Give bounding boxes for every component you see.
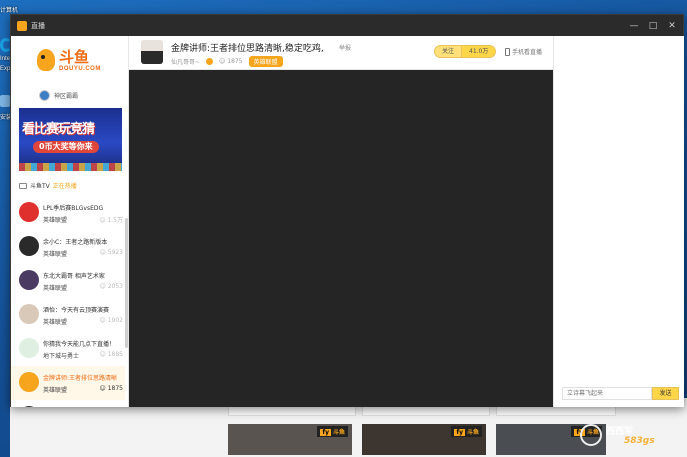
installer-icon[interactable] — [0, 95, 10, 107]
user-profile[interactable]: 神区霸霸 — [39, 90, 78, 101]
chat-panel: 发送 — [553, 36, 684, 407]
follower-count: 41.0万 — [461, 46, 496, 57]
mobile-watch-link[interactable]: 手机看直播 — [505, 47, 542, 56]
watermark-logo-icon — [580, 424, 602, 446]
streamer-name[interactable]: 仙凡哥哥~ — [171, 57, 200, 66]
watermark-site: 583gs — [624, 436, 655, 446]
room-category: 地下城与勇士 — [43, 353, 80, 360]
send-button[interactable]: 发送 — [652, 387, 679, 400]
room-avatar — [19, 338, 39, 358]
verified-badge-icon — [206, 58, 214, 65]
avatar — [39, 90, 50, 101]
desktop-label-computer[interactable]: 计算机 — [0, 5, 18, 14]
room-title: 余小C：王者之路新版本 — [43, 239, 108, 246]
section-hot-label: 正在热播 — [52, 183, 77, 190]
bg-thumbnail: fy 斗鱼 — [228, 424, 352, 455]
close-button[interactable]: ✕ — [667, 21, 677, 31]
room-title: 金牌讲师:王者排位思路清晰 — [43, 375, 118, 382]
room-viewers: 1.5万 — [99, 215, 123, 224]
username: 神区霸霸 — [54, 93, 79, 100]
room-title: 你猜我今天能几点下直播！ — [43, 341, 116, 348]
room-title: LPL季后赛BLGvsEDG — [43, 205, 104, 212]
room-viewers: 5923 — [99, 249, 123, 256]
room-viewers: 1902 — [99, 317, 123, 324]
promo-banner[interactable]: 看比赛玩竞猜 0币大奖等你来 — [19, 108, 122, 171]
fish-logo-icon — [37, 49, 55, 71]
mobile-watch-label: 手机看直播 — [512, 49, 543, 56]
room-category: 英雄联盟 — [43, 251, 68, 258]
room-viewers: 1875 — [99, 385, 123, 392]
maximize-button[interactable]: □ — [648, 21, 658, 31]
douyu-tag-icon: fy 斗鱼 — [317, 426, 348, 437]
window-title: 直播 — [31, 22, 45, 30]
video-player[interactable] — [129, 70, 553, 407]
room-avatar — [19, 372, 39, 392]
room-avatar — [19, 236, 39, 256]
viewer-count: 1875 — [219, 58, 242, 65]
room-avatar — [19, 202, 39, 222]
room-category: 英雄联盟 — [43, 387, 68, 394]
stream-title: 金牌讲师:王者排位思路清晰,稳定吃鸡, — [171, 44, 324, 54]
stream-header: 金牌讲师:王者排位思路清晰,稳定吃鸡, 举报 仙凡哥哥~ 1875 英雄联盟 关… — [129, 36, 553, 70]
tv-icon — [19, 182, 27, 189]
douyu-logo[interactable]: 斗鱼 DOUYU.COM — [37, 46, 103, 80]
list-item[interactable]: 余小C：王者之路新版本 英雄联盟 5923 — [11, 230, 125, 264]
list-item[interactable]: 你猜我今天能几点下直播！ 地下城与勇士 1885 — [11, 332, 125, 366]
bg-thumbnail: fy 斗鱼 — [362, 424, 486, 455]
phone-icon — [505, 47, 510, 56]
room-category: 英雄联盟 — [43, 217, 68, 224]
title-bar[interactable]: 直播 — □ ✕ — [11, 15, 683, 36]
douyu-tag-icon: fy 斗鱼 — [451, 426, 482, 437]
list-item[interactable]: LPL季后赛BLGvsEDG 英雄联盟 1.5万 — [11, 196, 125, 230]
streamer-avatar[interactable] — [141, 40, 163, 64]
room-title: 东北大霸哥 相声艺术家 — [43, 273, 105, 280]
logo-subtext: DOUYU.COM — [59, 66, 101, 72]
live-window: 直播 — □ ✕ 斗鱼 DOUYU.COM 神区霸霸 看比赛玩竞猜 0币大奖等你… — [10, 14, 684, 407]
list-item[interactable]: 东北大霸哥 相声艺术家 英雄联盟 2053 — [11, 264, 125, 298]
room-list: LPL季后赛BLGvsEDG 英雄联盟 1.5万 余小C：王者之路新版本 英雄联… — [11, 196, 125, 407]
watermark: 西西军 583gs — [578, 420, 687, 457]
section-name: 斗鱼TV — [30, 183, 50, 190]
room-avatar — [19, 304, 39, 324]
banner-headline: 看比赛玩竞猜 — [22, 122, 95, 137]
category-tag[interactable]: 英雄联盟 — [248, 56, 283, 67]
logo-text: 斗鱼 — [59, 48, 90, 66]
list-item[interactable]: 酒怡：今天有云顶赛演赛 英雄联盟 1902 — [11, 298, 125, 332]
room-avatar — [19, 406, 39, 407]
banner-decoration — [19, 163, 122, 171]
stream-meta: 仙凡哥哥~ 1875 英雄联盟 — [171, 56, 283, 67]
room-avatar — [19, 270, 39, 290]
list-item[interactable] — [11, 400, 125, 407]
follow-label: 关注 — [442, 48, 455, 55]
danmaku-input[interactable] — [562, 387, 652, 400]
room-title: 酒怡：今天有云顶赛演赛 — [43, 307, 110, 314]
room-category: 英雄联盟 — [43, 285, 68, 292]
room-viewers: 1885 — [99, 351, 123, 358]
list-item-active[interactable]: 金牌讲师:王者排位思路清晰 英雄联盟 1875 — [11, 366, 125, 400]
section-header: 斗鱼TV 正在热播 — [19, 181, 77, 190]
room-viewers: 2053 — [99, 283, 123, 290]
report-link[interactable]: 举报 — [339, 43, 351, 52]
room-category: 英雄联盟 — [43, 319, 68, 326]
follow-button[interactable]: 关注 41.0万 — [434, 45, 497, 58]
banner-subline: 0币大奖等你来 — [33, 141, 99, 153]
minimize-button[interactable]: — — [629, 21, 639, 31]
sidebar-scrollbar[interactable] — [125, 218, 128, 348]
sidebar: 斗鱼 DOUYU.COM 神区霸霸 看比赛玩竞猜 0币大奖等你来 斗鱼TV 正在… — [11, 36, 129, 407]
app-icon — [17, 20, 27, 31]
